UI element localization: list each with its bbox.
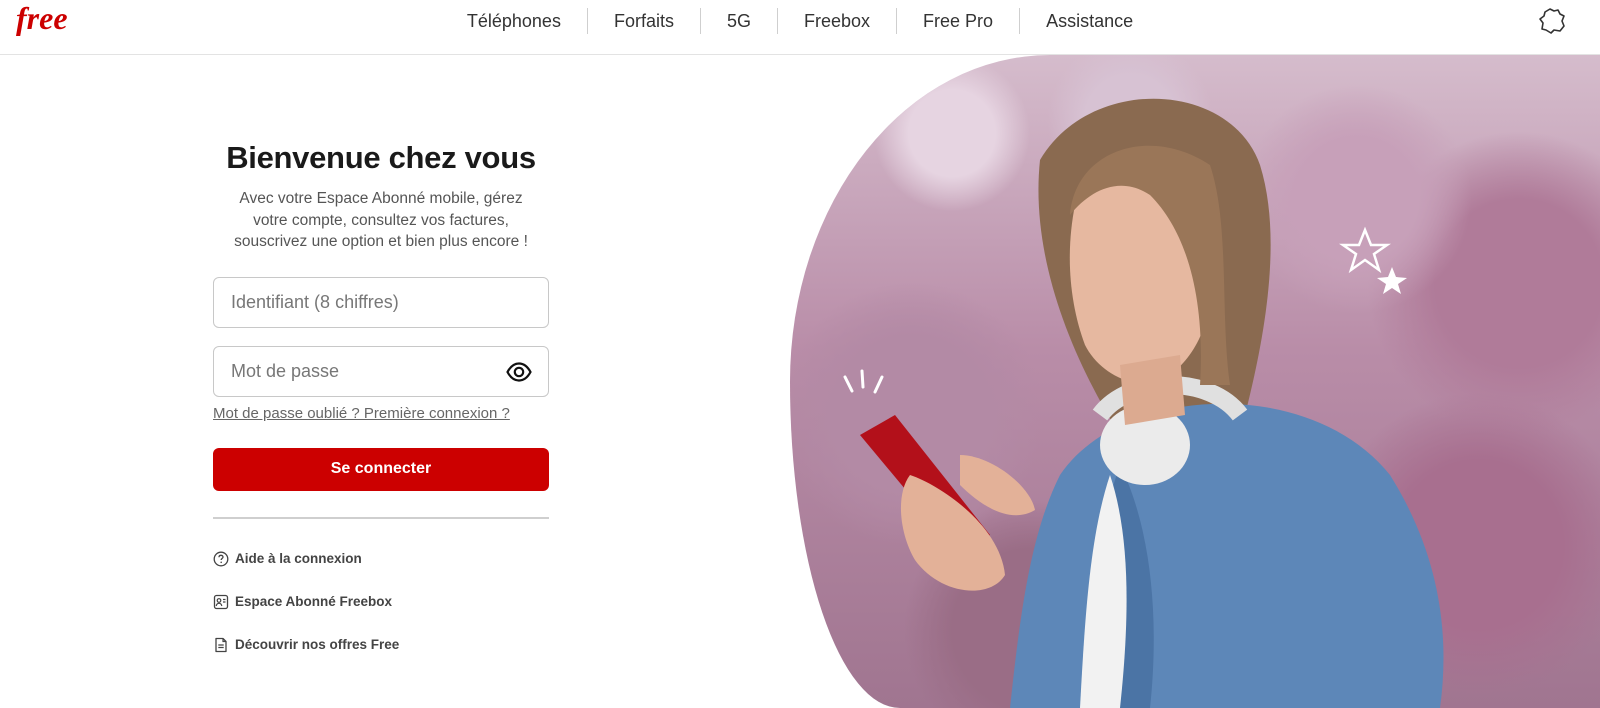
help-link-freebox[interactable]: Espace Abonné Freebox	[213, 592, 549, 612]
username-input[interactable]	[214, 277, 548, 327]
nav-item-assistance[interactable]: Assistance	[1019, 8, 1159, 34]
subtitle-line: Avec votre Espace Abonné mobile, gérez	[239, 190, 523, 207]
woman-with-phone-illustration	[843, 98, 1444, 708]
france-map-icon[interactable]	[1538, 7, 1566, 35]
show-password-icon[interactable]	[506, 360, 532, 384]
divider	[213, 516, 549, 519]
page-title: Bienvenue chez vous	[226, 140, 536, 175]
username-field-wrapper	[213, 276, 549, 328]
forgot-password-link[interactable]: Mot de passe oublié ? Première connexion…	[213, 405, 549, 422]
page-subtitle: Avec votre Espace Abonné mobile, gérez v…	[213, 188, 549, 253]
nav-item-telephones[interactable]: Téléphones	[441, 8, 587, 34]
subtitle-line: votre compte, consultez vos factures,	[253, 211, 509, 229]
login-panel: Bienvenue chez vous Avec votre Espace Ab…	[213, 140, 549, 678]
site-header: free Téléphones Forfaits 5G Freebox Free…	[0, 0, 1600, 55]
password-field-wrapper	[213, 345, 549, 397]
help-circle-icon	[213, 551, 229, 566]
help-link-label: Espace Abonné Freebox	[235, 594, 393, 609]
help-link-offres[interactable]: Découvrir nos offres Free	[213, 635, 549, 655]
main-nav: Téléphones Forfaits 5G Freebox Free Pro …	[0, 0, 1600, 42]
nav-item-free-pro[interactable]: Free Pro	[896, 8, 1019, 34]
subscriber-card-icon	[213, 594, 229, 609]
help-link-label: Aide à la connexion	[235, 551, 362, 566]
help-link-connexion[interactable]: Aide à la connexion	[213, 549, 549, 569]
document-icon	[215, 637, 227, 652]
nav-item-freebox[interactable]: Freebox	[776, 8, 896, 34]
nav-item-5g[interactable]: 5G	[699, 8, 777, 34]
nav-item-forfaits[interactable]: Forfaits	[586, 8, 700, 34]
password-input[interactable]	[214, 346, 548, 396]
help-link-label: Découvrir nos offres Free	[235, 637, 400, 652]
login-button[interactable]: Se connecter	[213, 447, 549, 491]
help-links: Aide à la connexion Espace Abonné Freebo…	[213, 549, 549, 655]
hero-image	[790, 55, 1600, 708]
subtitle-line: souscrivez une option et bien plus encor…	[234, 233, 528, 250]
